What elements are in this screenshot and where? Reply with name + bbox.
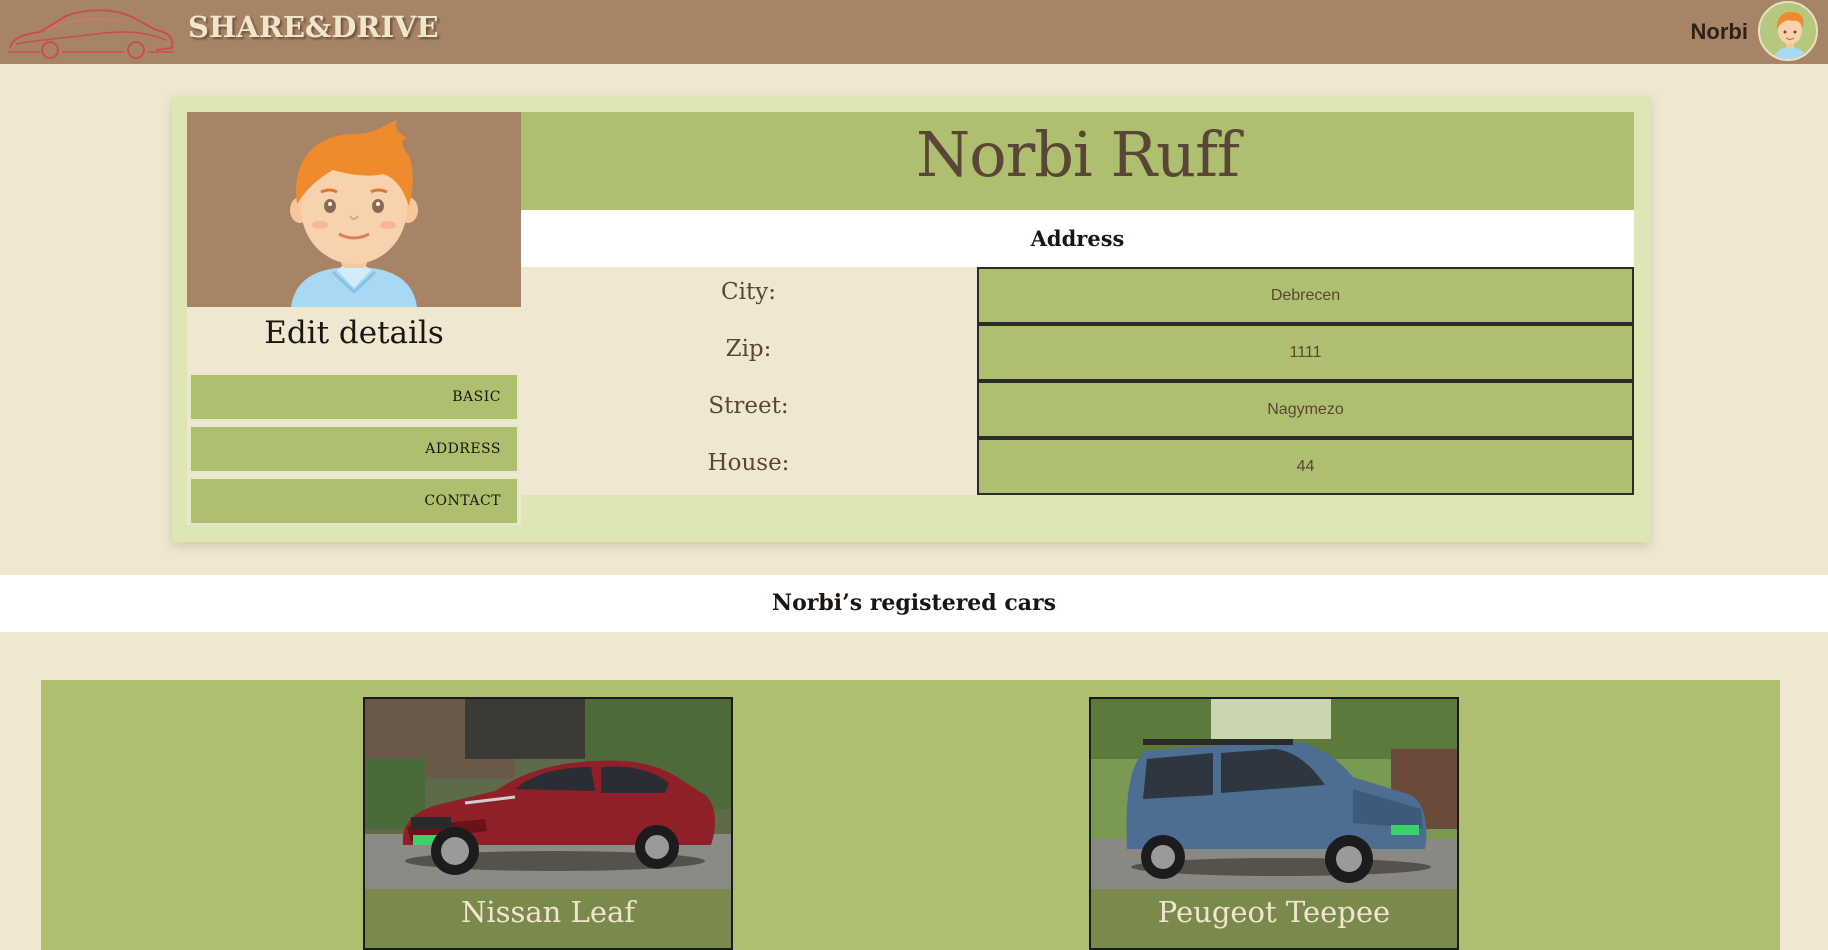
car-card-peugeot-teepee[interactable]: Peugeot Teepee	[1089, 697, 1459, 950]
car-name-peugeot-teepee: Peugeot Teepee	[1157, 895, 1391, 929]
registered-cars-title: Norbi’s registered cars	[0, 575, 1828, 632]
user-name[interactable]: Norbi	[1691, 19, 1748, 45]
boy-avatar-icon	[290, 120, 418, 307]
street-field[interactable]: Nagymezo	[977, 381, 1634, 438]
city-field[interactable]: Debrecen	[977, 267, 1634, 324]
city-label: City:	[721, 279, 776, 305]
nissan-leaf-photo	[365, 699, 731, 889]
house-field[interactable]: 44	[977, 438, 1634, 495]
boy-avatar-icon	[1772, 11, 1808, 59]
profile-avatar	[187, 112, 521, 307]
zip-label: Zip:	[725, 336, 772, 362]
profile-full-name: Norbi Ruff	[916, 118, 1240, 191]
profile-name-banner: Norbi Ruff	[521, 112, 1634, 210]
brand-title[interactable]: SHARE&DRIVE	[188, 10, 439, 44]
zip-field[interactable]: 1111	[977, 324, 1634, 381]
car-card-nissan-leaf[interactable]: Nissan Leaf	[363, 697, 733, 950]
top-navbar: SHARE&DRIVE Norbi	[0, 0, 1828, 64]
user-avatar[interactable]	[1758, 1, 1818, 61]
car-name-nissan-leaf: Nissan Leaf	[460, 895, 636, 929]
street-label: Street:	[708, 393, 789, 419]
edit-address-button[interactable]: ADDRESS	[189, 425, 519, 473]
peugeot-teepee-photo	[1091, 699, 1457, 889]
car-logo-icon[interactable]	[6, 4, 176, 62]
house-label: House:	[707, 450, 790, 476]
cars-gallery	[41, 680, 1780, 950]
edit-basic-button[interactable]: BASIC	[189, 373, 519, 421]
address-section-title: Address	[521, 210, 1634, 267]
edit-details-title: Edit details	[264, 315, 444, 351]
edit-contact-button[interactable]: CONTACT	[189, 477, 519, 525]
